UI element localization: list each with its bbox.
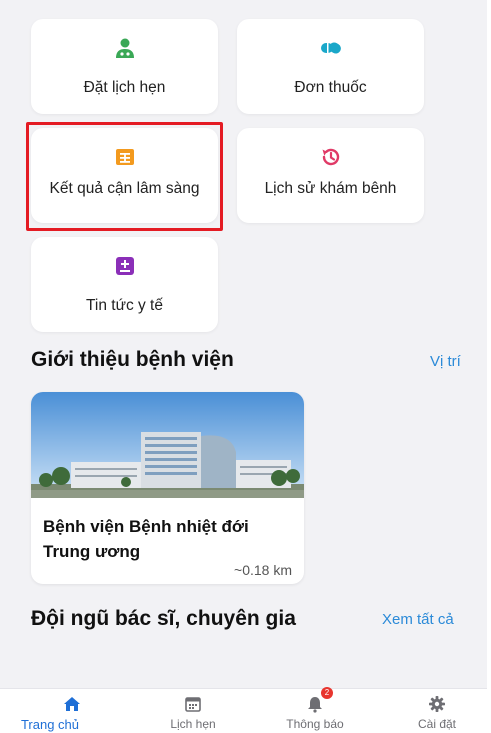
home-screen: Đặt lịch hẹn Đơn thuốc Kết quả cận lâm s… bbox=[0, 0, 491, 733]
bottom-tab-bar: Trang chủ Lịch hẹn 2 Thông báo Cài đặt bbox=[0, 687, 487, 733]
tile-label: Đơn thuốc bbox=[294, 79, 367, 96]
prescription-tile[interactable]: Đơn thuốc bbox=[237, 19, 424, 114]
notification-badge: 2 bbox=[321, 687, 333, 699]
doctors-section-title: Đội ngũ bác sĩ, chuyên gia bbox=[31, 607, 296, 630]
location-link[interactable]: Vị trí bbox=[430, 353, 461, 370]
book-appointment-tile[interactable]: Đặt lịch hẹn bbox=[31, 19, 218, 114]
exam-history-tile[interactable]: Lịch sử khám bênh bbox=[237, 128, 424, 223]
calendar-icon bbox=[185, 697, 201, 712]
gear-icon bbox=[429, 696, 445, 712]
selected-tile-highlight bbox=[26, 122, 223, 231]
tile-label: Đặt lịch hẹn bbox=[83, 79, 166, 96]
medical-news-tile[interactable]: Tin tức y tế bbox=[31, 237, 218, 332]
tab-label: Trang chủ bbox=[20, 717, 80, 732]
hospital-photo bbox=[31, 392, 304, 498]
tab-label: Lịch hẹn bbox=[170, 717, 216, 731]
tile-label: Tin tức y tế bbox=[86, 297, 163, 314]
hospital-card[interactable]: Bệnh viện Bệnh nhiệt đới Trung ương ~0.1… bbox=[31, 392, 304, 584]
see-all-link[interactable]: Xem tất cả bbox=[382, 611, 487, 628]
screen-edge bbox=[487, 0, 491, 733]
tab-settings[interactable]: Cài đặt bbox=[387, 689, 487, 733]
medical-news-icon bbox=[115, 257, 134, 275]
history-icon bbox=[322, 148, 339, 166]
hospital-name: Bệnh viện Bệnh nhiệt đới Trung ương bbox=[43, 517, 249, 561]
hospital-distance: ~0.18 km bbox=[234, 562, 292, 578]
hospital-intro-title: Giới thiệu bệnh viện bbox=[31, 348, 234, 371]
pill-icon bbox=[320, 42, 341, 54]
bell-icon bbox=[308, 697, 322, 713]
home-icon bbox=[64, 697, 80, 711]
tab-label: Thông báo bbox=[286, 717, 344, 731]
doctor-icon bbox=[115, 38, 134, 58]
tab-appointments[interactable]: Lịch hẹn bbox=[143, 689, 243, 733]
tab-notifications[interactable]: 2 Thông báo bbox=[265, 687, 365, 733]
tile-label: Lịch sử khám bênh bbox=[264, 180, 397, 197]
tab-home[interactable]: Trang chủ bbox=[21, 689, 122, 733]
tab-label: Cài đặt bbox=[417, 717, 457, 731]
